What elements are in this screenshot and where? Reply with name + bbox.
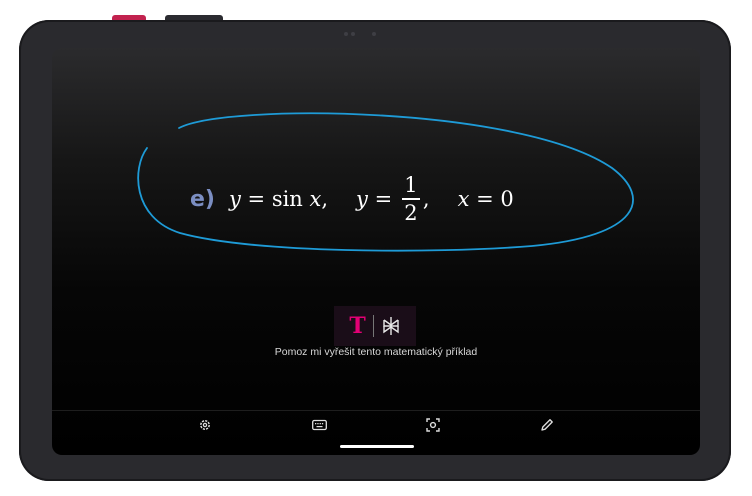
logo-divider (372, 315, 374, 337)
equals-zero: = 0 (469, 187, 514, 211)
telekom-logo: T (349, 313, 366, 339)
settings-button[interactable] (194, 414, 216, 436)
home-indicator[interactable] (340, 445, 414, 448)
var-y: y (228, 187, 241, 211)
pen-button[interactable] (536, 414, 558, 436)
keyboard-button[interactable] (308, 414, 330, 436)
sin-function: sin (271, 187, 310, 211)
toolbar-divider (52, 410, 700, 411)
scan-button[interactable] (422, 414, 444, 436)
equals-sign: = (240, 187, 272, 211)
comma: , (321, 187, 329, 211)
pen-icon (541, 419, 553, 431)
math-equation: e) y = sin x , y = 1 2 , x = 0 (190, 164, 514, 234)
ink-lasso-stroke (137, 112, 634, 252)
var-x: x (457, 187, 470, 211)
fraction-denominator: 2 (404, 200, 418, 225)
comma: , (422, 187, 430, 211)
screen: e) y = sin x , y = 1 2 , x = 0 T Pomoz m… (52, 48, 700, 455)
assistant-logo-button[interactable]: T (334, 306, 416, 346)
equation-letter: e) (190, 186, 215, 212)
gear-icon (200, 420, 210, 430)
perplexity-icon (382, 317, 399, 335)
scan-icon (426, 418, 440, 432)
var-x: x (309, 187, 322, 211)
assistant-prompt[interactable]: Pomoz mi vyřešit tento matematický příkl… (52, 346, 700, 358)
var-y: y (356, 187, 368, 211)
equals-sign: = (367, 187, 399, 211)
keyboard-icon (311, 419, 327, 431)
fraction-numerator: 1 (404, 173, 418, 198)
fraction: 1 2 (401, 172, 420, 226)
